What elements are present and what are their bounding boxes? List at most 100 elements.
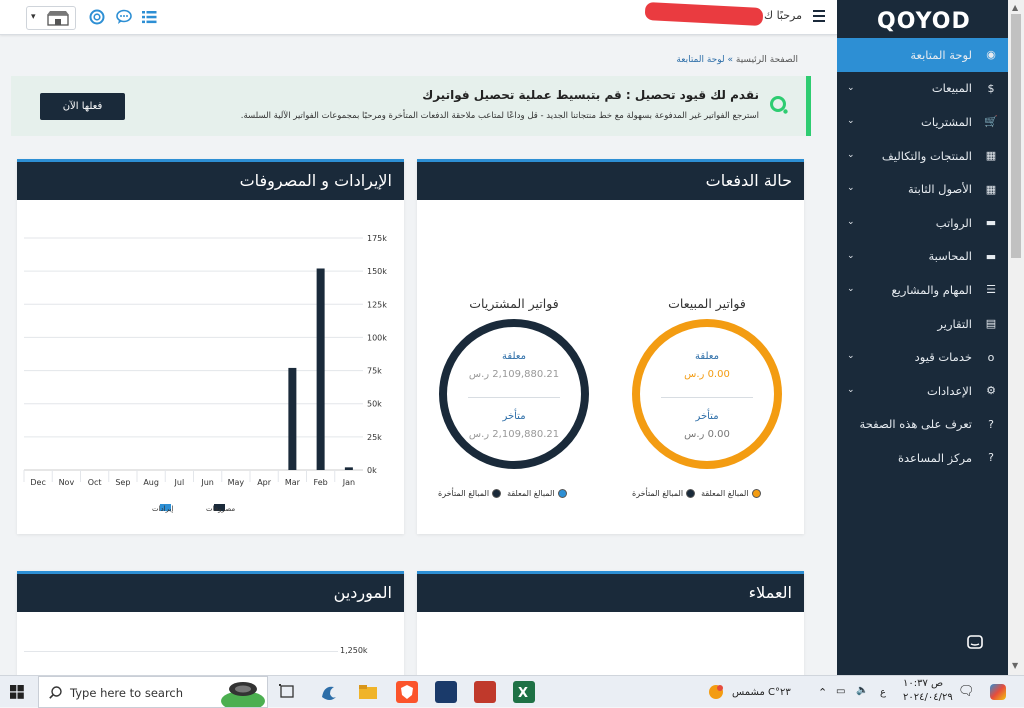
panel-header: الموردين — [17, 571, 404, 612]
x-tick-label: Mar — [285, 478, 301, 487]
sidebar-item-7[interactable]: ☰ المهام والمشاريع ⌄ — [837, 273, 1008, 307]
lifebuoy-icon[interactable] — [89, 9, 105, 25]
breadcrumb-sep: » — [727, 55, 734, 65]
sales-ring: معلقة 0.00 ر.س متأخر 0.00 ر.س — [632, 319, 782, 469]
sidebar-item-label: خدمات قيود — [914, 350, 972, 365]
sidebar-item-8[interactable]: ▤ التقارير — [837, 307, 1008, 341]
divider — [468, 397, 560, 398]
copilot-icon[interactable] — [990, 684, 1006, 700]
redacted-username — [644, 1, 764, 27]
navy-dot-icon — [492, 489, 502, 498]
chevron-down-icon: ⌄ — [847, 250, 855, 261]
cart-icon: 🛒 — [984, 115, 998, 129]
chevron-down-icon: ⌄ — [847, 116, 855, 127]
sidebar-item-4[interactable]: ▦ الأصول الثابتة ⌄ — [837, 172, 1008, 206]
brave-browser-icon[interactable] — [396, 681, 418, 703]
sidebar-item-10[interactable]: ⚙ الإعدادات ⌄ — [837, 374, 1008, 408]
page-scrollbar[interactable]: ▲ ▼ — [1008, 0, 1024, 675]
legend-label: إيرادات — [152, 505, 173, 513]
windows-start-icon[interactable] — [10, 685, 24, 699]
panel-title: حالة الدفعات — [705, 171, 792, 190]
sidebar-item-9[interactable]: o خدمات قيود ⌄ — [837, 340, 1008, 374]
clock-date: ٢٠٢٤/٠٤/٢٩ — [903, 692, 953, 703]
svg-text:X: X — [518, 686, 528, 701]
excel-icon[interactable]: X — [513, 681, 535, 703]
breadcrumb-current[interactable]: لوحة المتابعة — [676, 55, 724, 65]
list-icon[interactable] — [141, 9, 157, 25]
purchases-legend: المبالغ المعلقة المبالغ المتأخرة — [438, 489, 567, 498]
question-icon: ? — [988, 417, 994, 431]
sidebar-item-11[interactable]: ? تعرف على هذه الصفحة — [837, 408, 1008, 442]
x-tick-label: Nov — [59, 478, 75, 487]
weather-sun-icon[interactable] — [708, 684, 724, 700]
store-selector[interactable]: ▾ — [26, 6, 76, 30]
sales-overdue-value: 0.00 ر.س — [684, 429, 730, 440]
purchases-ring: معلقة 2,109,880.21 ر.س متأخر 2,109,880.2… — [439, 319, 589, 469]
sidebar-item-5[interactable]: ▬ الرواتب ⌄ — [837, 206, 1008, 240]
sidebar-item-6[interactable]: ▬ المحاسبة ⌄ — [837, 240, 1008, 274]
chevron-down-icon: ▾ — [31, 12, 36, 22]
taskbar-search[interactable]: Type here to search — [38, 676, 268, 708]
qoyod-o-icon — [770, 96, 788, 114]
breadcrumb-home[interactable]: الصفحة الرئيسية — [736, 55, 798, 65]
task-view-icon[interactable] — [276, 681, 298, 703]
legend-overdue: المبالغ المتأخرة — [438, 489, 502, 498]
search-icon — [49, 686, 62, 699]
edge-icon[interactable] — [318, 681, 340, 703]
chevron-down-icon: ⌄ — [847, 351, 855, 362]
divider — [661, 397, 753, 398]
chevron-down-icon: ⌄ — [847, 216, 855, 227]
gridline — [24, 651, 338, 652]
breadcrumb: الصفحة الرئيسية » لوحة المتابعة — [676, 55, 798, 65]
network-icon[interactable]: ▭ — [836, 686, 845, 697]
show-hidden-icons[interactable]: ⌃ — [818, 686, 827, 699]
sidebar-item-0[interactable]: ◉ لوحة المتابعة — [837, 38, 1008, 72]
do-it-now-button[interactable]: فعلها الآن — [40, 93, 125, 120]
support-chat-button[interactable] — [957, 625, 993, 661]
purchases-overdue-label: متأخر — [502, 411, 526, 422]
y-tick-label: 175k — [367, 234, 387, 243]
hamburger-icon[interactable] — [813, 10, 825, 22]
sidebar-menu: ◉ لوحة المتابعة $ المبيعات ⌄ 🛒 المشتريات ⌄ ▦ المن… — [837, 38, 1008, 475]
sidebar-item-label: التقارير — [937, 316, 972, 331]
scrollbar-thumb[interactable] — [1011, 14, 1021, 258]
x-tick-label: Apr — [257, 478, 272, 487]
svg-text:QOYOD: QOYOD — [877, 9, 969, 32]
y-tick-label: 75k — [367, 367, 382, 376]
x-tick-label: Feb — [314, 478, 328, 487]
purchases-pending-label: معلقة — [502, 351, 526, 362]
y-tick-label: 100k — [367, 333, 387, 342]
sidebar-item-1[interactable]: $ المبيعات ⌄ — [837, 72, 1008, 106]
purchases-pending-value: 2,109,880.21 ر.س — [468, 369, 560, 380]
sidebar-item-12[interactable]: ? مركز المساعدة — [837, 441, 1008, 475]
volume-icon[interactable]: 🔈 — [856, 685, 868, 696]
clock-time: ص ١٠:٣٧ — [903, 678, 944, 689]
sidebar-item-2[interactable]: 🛒 المشتريات ⌄ — [837, 105, 1008, 139]
bar-expenses — [316, 268, 325, 470]
language-indicator[interactable]: ع — [880, 687, 886, 698]
app-icon[interactable] — [474, 681, 496, 703]
sidebar-item-3[interactable]: ▦ المنتجات والتكاليف ⌄ — [837, 139, 1008, 173]
y-tick-label: 150k — [367, 267, 387, 276]
windows-taskbar: Type here to search X ٢٣°C مشمس ⌃ ▭ 🔈 ع … — [0, 675, 1024, 708]
orange-dot-icon — [751, 489, 761, 498]
promo-banner: نقدم لك قيود تحصيل : قم بتبسيط عملية تحص… — [11, 76, 811, 136]
chat-icon — [967, 635, 983, 649]
y-tick-label: 125k — [367, 300, 387, 309]
sales-invoices-title: فواتير المبيعات — [668, 296, 746, 311]
legend-pending: المبالغ المعلقة — [507, 489, 567, 498]
panel-header: حالة الدفعات — [417, 159, 804, 200]
chat-icon[interactable] — [116, 9, 132, 25]
grid-icon: ▦ — [985, 149, 997, 163]
weather-text: ٢٣°C مشمس — [732, 687, 791, 698]
notifications-icon[interactable]: 🗨 — [958, 684, 975, 699]
app-icon[interactable] — [435, 681, 457, 703]
y-tick-label: 25k — [367, 433, 382, 442]
file-explorer-icon[interactable] — [357, 681, 379, 703]
chevron-down-icon: ⌄ — [847, 149, 855, 160]
folder-icon: ▬ — [985, 249, 997, 263]
scroll-down-icon[interactable]: ▼ — [1012, 661, 1018, 670]
store-icon — [47, 11, 69, 26]
scroll-up-icon[interactable]: ▲ — [1012, 3, 1018, 12]
sidebar: QOYOD ◉ لوحة المتابعة $ المبيعات ⌄ 🛒 المشتريات… — [837, 0, 1008, 675]
